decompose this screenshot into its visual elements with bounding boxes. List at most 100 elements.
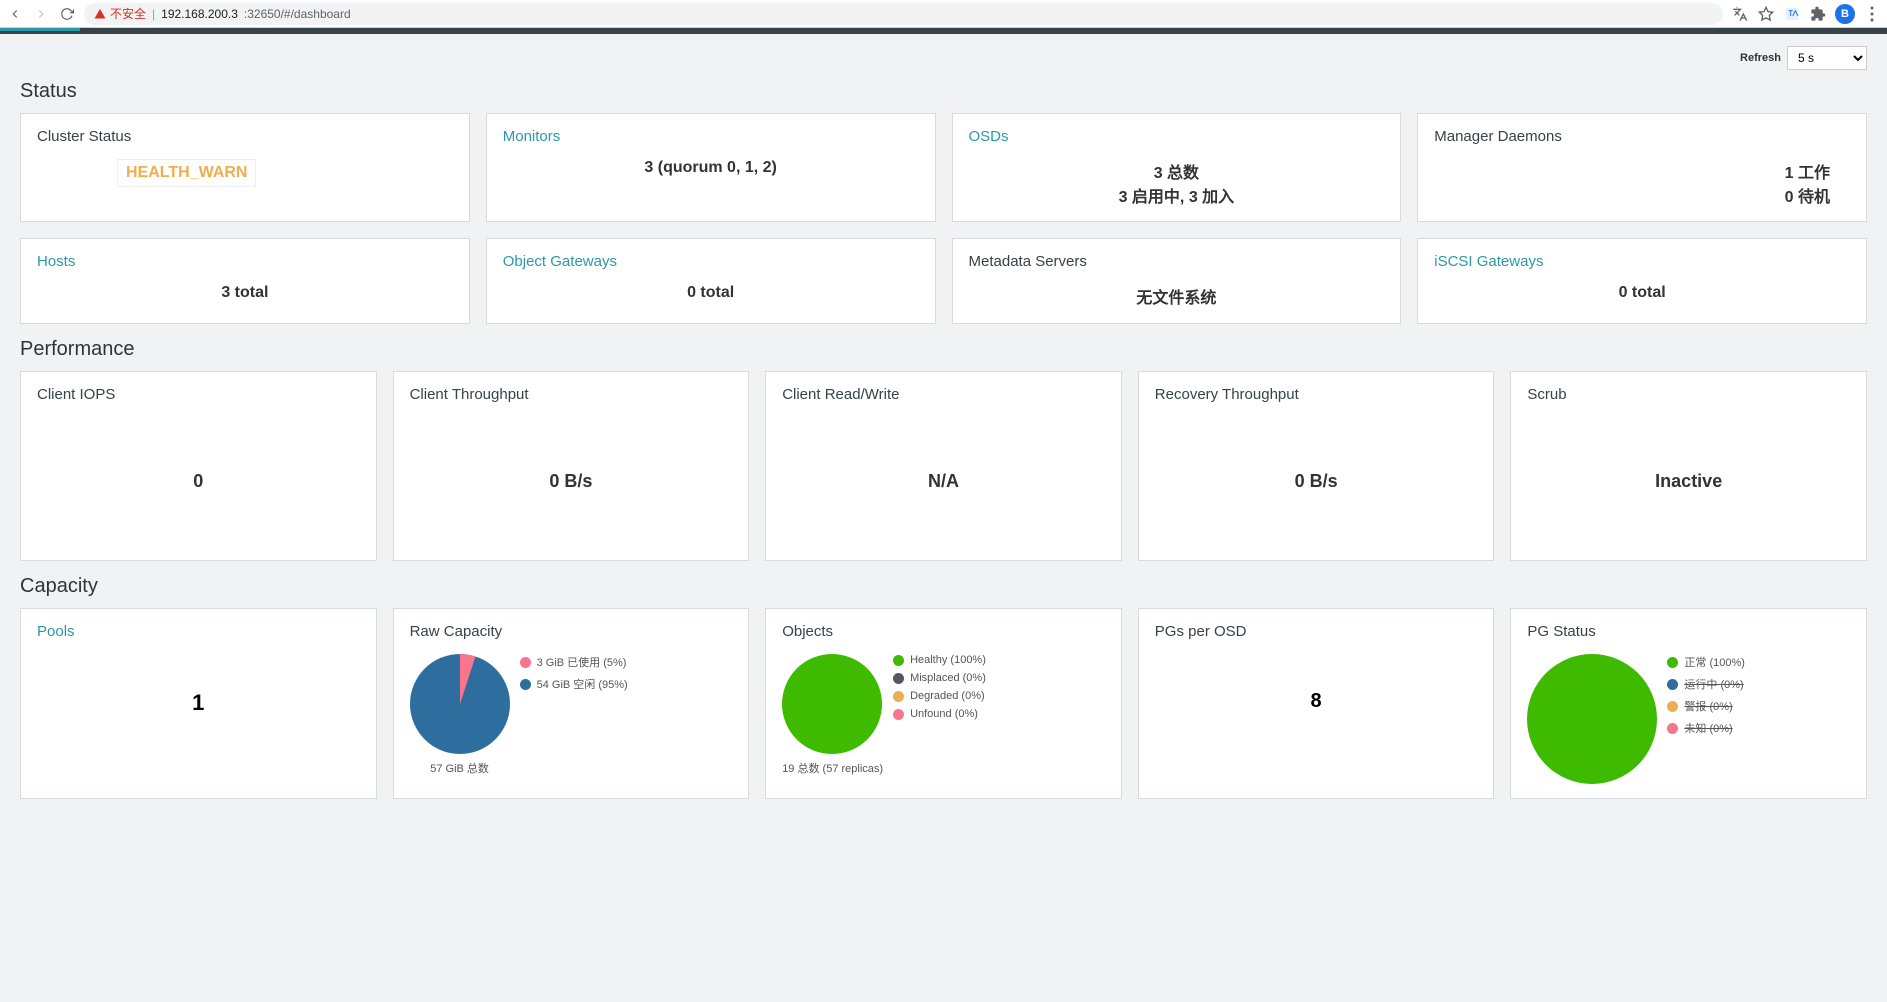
card-title: Manager Daemons <box>1434 128 1850 145</box>
card-scrub: Scrub Inactive <box>1510 371 1867 561</box>
insecure-badge: 不安全 <box>94 5 146 22</box>
star-icon[interactable] <box>1757 5 1775 23</box>
legend-label: Unfound (0%) <box>910 708 978 720</box>
card-cluster-status: Cluster Status HEALTH_WARN <box>20 113 470 222</box>
mgr-line1: 1 工作 <box>1434 159 1850 183</box>
refresh-label: Refresh <box>1740 52 1781 64</box>
legend-swatch <box>520 657 531 668</box>
legend-label: Healthy (100%) <box>910 654 986 666</box>
objects-total: 19 总数 (57 replicas) <box>782 760 883 776</box>
recovery-value: 0 B/s <box>1155 417 1478 546</box>
card-title-link[interactable]: Object Gateways <box>503 253 919 270</box>
dashboard-page: Refresh 5 s Status Cluster Status HEALTH… <box>0 34 1887 1002</box>
osds-line2: 3 启用中, 3 加入 <box>969 183 1385 207</box>
card-objects: Objects 19 总数 (57 replicas) Healthy (100… <box>765 608 1122 799</box>
card-pools: Pools 1 <box>20 608 377 799</box>
card-raw-capacity: Raw Capacity 57 GiB 总数 3 GiB 已使用 (5%) 54… <box>393 608 750 799</box>
iscsi-value: 0 total <box>1434 284 1850 302</box>
mgr-line2: 0 待机 <box>1434 183 1850 207</box>
gtranslate-ext-icon[interactable] <box>1783 5 1801 23</box>
reload-button[interactable] <box>58 5 76 23</box>
legend-swatch <box>893 655 904 666</box>
legend-swatch <box>1667 723 1678 734</box>
card-title: Recovery Throughput <box>1155 386 1478 403</box>
browser-toolbar: 不安全 | 192.168.200.3:32650/#/dashboard B <box>0 0 1887 28</box>
legend-label: 运行中 (0%) <box>1684 676 1743 692</box>
legend-swatch <box>1667 679 1678 690</box>
card-title: Client IOPS <box>37 386 360 403</box>
legend-swatch <box>1667 657 1678 668</box>
back-button[interactable] <box>6 5 24 23</box>
health-warn-badge[interactable]: HEALTH_WARN <box>117 159 256 187</box>
card-title-link[interactable]: OSDs <box>969 128 1385 145</box>
card-title: Cluster Status <box>37 128 453 145</box>
legend-label: 未知 (0%) <box>1684 720 1732 736</box>
profile-avatar[interactable]: B <box>1835 4 1855 24</box>
url-host: 192.168.200.3 <box>161 7 238 21</box>
mds-value: 无文件系统 <box>969 284 1385 308</box>
card-title: Client Read/Write <box>782 386 1105 403</box>
address-bar[interactable]: 不安全 | 192.168.200.3:32650/#/dashboard <box>84 3 1723 25</box>
card-title: Objects <box>782 623 1105 640</box>
card-title: PG Status <box>1527 623 1850 640</box>
app-header-stripe <box>0 28 1887 34</box>
card-client-throughput: Client Throughput 0 B/s <box>393 371 750 561</box>
card-client-rw: Client Read/Write N/A <box>765 371 1122 561</box>
card-object-gateways: Object Gateways 0 total <box>486 238 936 324</box>
insecure-label: 不安全 <box>110 5 146 22</box>
card-title: Client Throughput <box>410 386 733 403</box>
card-title: Raw Capacity <box>410 623 733 640</box>
hosts-value: 3 total <box>37 284 453 302</box>
card-title-link[interactable]: Monitors <box>503 128 919 145</box>
pg-status-legend: 正常 (100%) 运行中 (0%) 警报 (0%) 未知 (0%) <box>1667 654 1850 784</box>
legend-label: Misplaced (0%) <box>910 672 986 684</box>
card-osds: OSDs 3 总数 3 启用中, 3 加入 <box>952 113 1402 222</box>
raw-total: 57 GiB 总数 <box>410 760 510 776</box>
monitors-value: 3 (quorum 0, 1, 2) <box>503 159 919 177</box>
legend-label: 正常 (100%) <box>1684 654 1745 670</box>
card-iscsi-gateways: iSCSI Gateways 0 total <box>1417 238 1867 324</box>
raw-capacity-pie <box>410 654 510 754</box>
legend-swatch <box>893 673 904 684</box>
card-title: Metadata Servers <box>969 253 1385 270</box>
legend-swatch <box>520 679 531 690</box>
legend-label: Degraded (0%) <box>910 690 985 702</box>
forward-button[interactable] <box>32 5 50 23</box>
raw-legend: 3 GiB 已使用 (5%) 54 GiB 空闲 (95%) <box>520 654 733 776</box>
section-title-capacity: Capacity <box>20 575 1867 598</box>
card-pg-status: PG Status 正常 (100%) 运行中 (0%) 警报 (0%) 未知 … <box>1510 608 1867 799</box>
card-hosts: Hosts 3 total <box>20 238 470 324</box>
section-title-status: Status <box>20 80 1867 103</box>
card-metadata-servers: Metadata Servers 无文件系统 <box>952 238 1402 324</box>
pools-value: 1 <box>37 690 360 716</box>
iops-value: 0 <box>37 417 360 546</box>
card-title-link[interactable]: iSCSI Gateways <box>1434 253 1850 270</box>
pgs-per-osd-value: 8 <box>1155 690 1478 713</box>
legend-swatch <box>893 709 904 720</box>
card-monitors: Monitors 3 (quorum 0, 1, 2) <box>486 113 936 222</box>
card-title-link[interactable]: Pools <box>37 623 360 640</box>
throughput-value: 0 B/s <box>410 417 733 546</box>
rw-value: N/A <box>782 417 1105 546</box>
scrub-value: Inactive <box>1527 417 1850 546</box>
card-managers: Manager Daemons 1 工作 0 待机 <box>1417 113 1867 222</box>
extensions-icon[interactable] <box>1809 5 1827 23</box>
pg-status-pie <box>1527 654 1657 784</box>
card-title: Scrub <box>1527 386 1850 403</box>
url-rest: :32650/#/dashboard <box>244 7 351 21</box>
legend-swatch <box>893 691 904 702</box>
legend-swatch <box>1667 701 1678 712</box>
refresh-select[interactable]: 5 s <box>1787 46 1867 70</box>
menu-icon[interactable] <box>1863 5 1881 23</box>
card-title: PGs per OSD <box>1155 623 1478 640</box>
card-pgs-per-osd: PGs per OSD 8 <box>1138 608 1495 799</box>
legend-label: 3 GiB 已使用 (5%) <box>537 654 627 670</box>
objgw-value: 0 total <box>503 284 919 302</box>
osds-line1: 3 总数 <box>969 159 1385 183</box>
card-client-iops: Client IOPS 0 <box>20 371 377 561</box>
legend-label: 警报 (0%) <box>1684 698 1732 714</box>
translate-icon[interactable] <box>1731 5 1749 23</box>
card-title-link[interactable]: Hosts <box>37 253 453 270</box>
card-recovery-throughput: Recovery Throughput 0 B/s <box>1138 371 1495 561</box>
legend-label: 54 GiB 空闲 (95%) <box>537 676 628 692</box>
